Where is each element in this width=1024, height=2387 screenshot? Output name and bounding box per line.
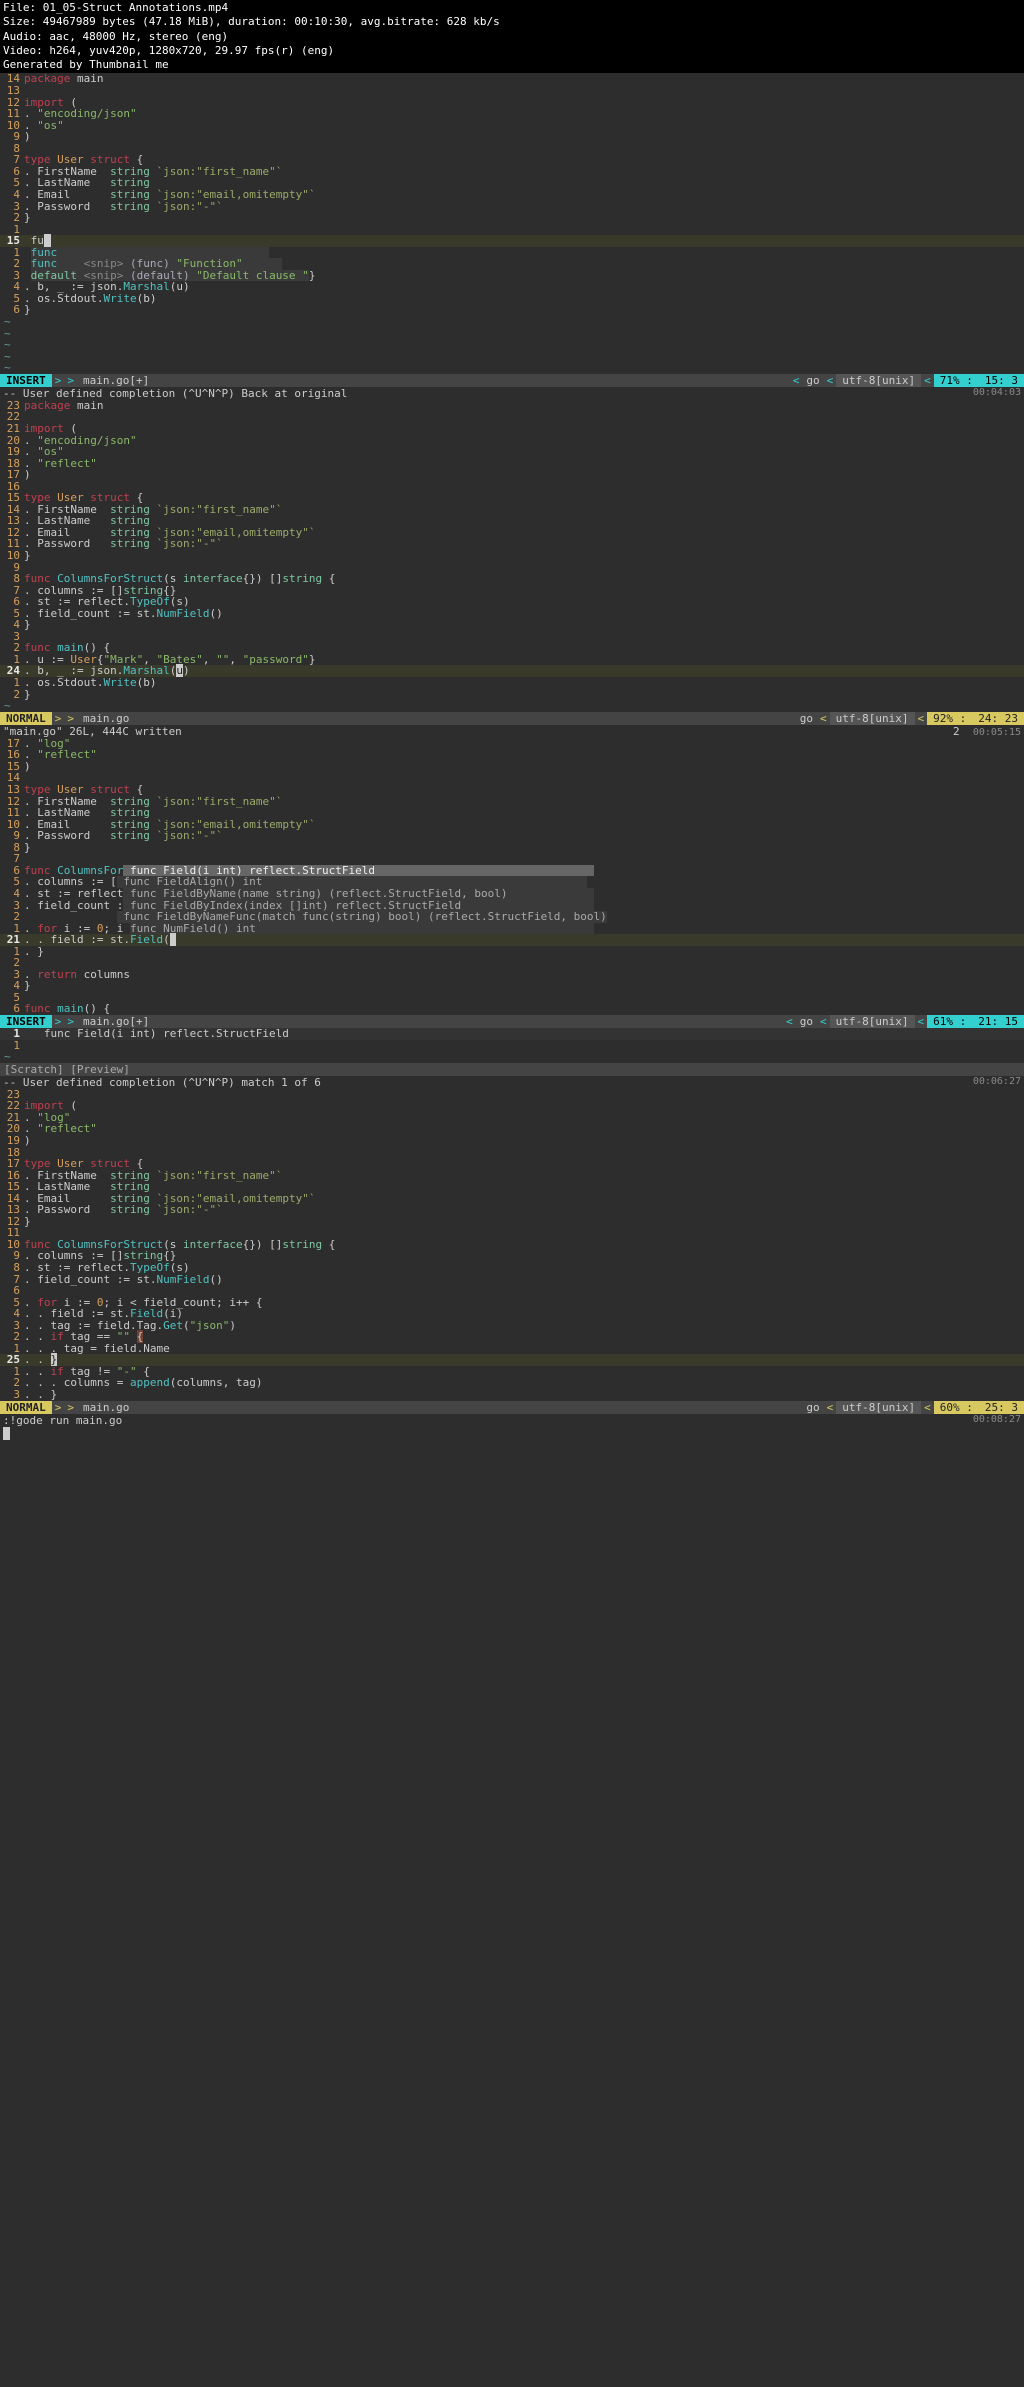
encoding: utf-8[unix] xyxy=(836,374,921,387)
filename: main.go xyxy=(77,1401,802,1414)
timestamp: 00:04:03 xyxy=(973,387,1021,400)
meta-size: Size: 49467989 bytes (47.18 MiB), durati… xyxy=(3,15,1021,29)
completion-item[interactable]: func NumField() int xyxy=(130,923,594,935)
msg-right: 2 xyxy=(953,725,960,738)
percent: 61% : xyxy=(927,1015,972,1028)
mode-indicator: NORMAL xyxy=(0,712,52,725)
meta-audio: Audio: aac, 48000 Hz, stereo (eng) xyxy=(3,30,1021,44)
completion-item[interactable]: func FieldByNameFunc(match func(string) … xyxy=(117,911,607,923)
preview-signature: func Field(i int) reflect.StructField xyxy=(44,1027,289,1040)
completion-msg: -- User defined completion (^U^N^P) matc… xyxy=(3,1076,321,1089)
filetype: go xyxy=(796,712,817,725)
filetype: go xyxy=(802,1401,823,1414)
timestamp: 00:06:27 xyxy=(973,1076,1021,1089)
command-line[interactable]: :!gode run main.go 00:08:27 xyxy=(0,1414,1024,1427)
filetype: go xyxy=(802,374,823,387)
encoding: utf-8[unix] xyxy=(836,1401,921,1414)
editor-frame-3: 17. "log" 16. "reflect" 15) 14 13type Us… xyxy=(0,738,1024,1089)
meta-gen: Generated by Thumbnail me xyxy=(3,58,1021,72)
statusbar-1: INSERT>> main.go[+] <go< utf-8[unix]< 71… xyxy=(0,374,1024,387)
preview-bar: [Scratch] [Preview] xyxy=(0,1063,1024,1076)
command-text: :!gode run main.go xyxy=(3,1414,122,1427)
timestamp: 00:05:15 xyxy=(973,727,1021,738)
percent: 60% : xyxy=(934,1401,979,1414)
statusbar-2: NORMAL>> main.go go< utf-8[unix]< 92% : … xyxy=(0,712,1024,725)
editor-frame-4: 23 22import ( 21. "log" 20. "reflect" 19… xyxy=(0,1089,1024,1440)
filetype: go xyxy=(796,1015,817,1028)
timestamp: 00:08:27 xyxy=(973,1414,1021,1427)
mode-indicator: NORMAL xyxy=(0,1401,52,1414)
encoding: utf-8[unix] xyxy=(830,712,915,725)
filename: main.go[+] xyxy=(77,374,790,387)
message-line-3: -- User defined completion (^U^N^P) matc… xyxy=(0,1076,1024,1089)
message-line-1: -- User defined completion (^U^N^P) Back… xyxy=(0,387,1024,400)
editor-frame-1: 14package main 13 12import ( 11. "encodi… xyxy=(0,73,1024,399)
message-line-2: "main.go" 26L, 444C written 2 00:05:15 xyxy=(0,725,1024,738)
mode-indicator: INSERT xyxy=(0,374,52,387)
filename: main.go xyxy=(77,712,796,725)
cursor-pos: 24: 23 xyxy=(972,712,1024,725)
cursor-pos: 25: 3 xyxy=(979,1401,1024,1414)
cursor-pos: 21: 15 xyxy=(972,1015,1024,1028)
meta-file: File: 01_05-Struct Annotations.mp4 xyxy=(3,1,1021,15)
editor-frame-2: 23package main 22 21import ( 20. "encodi… xyxy=(0,400,1024,738)
cursor-pos: 15: 3 xyxy=(979,374,1024,387)
percent: 71% : xyxy=(934,374,979,387)
completion-item[interactable]: func FieldByName(name string) (reflect.S… xyxy=(123,888,593,900)
statusbar-4: NORMAL>> main.go go< utf-8[unix]< 60% : … xyxy=(0,1401,1024,1414)
percent: 92% : xyxy=(927,712,972,725)
meta-video: Video: h264, yuv420p, 1280x720, 29.97 fp… xyxy=(3,44,1021,58)
video-metadata: File: 01_05-Struct Annotations.mp4 Size:… xyxy=(0,0,1024,73)
encoding: utf-8[unix] xyxy=(830,1015,915,1028)
